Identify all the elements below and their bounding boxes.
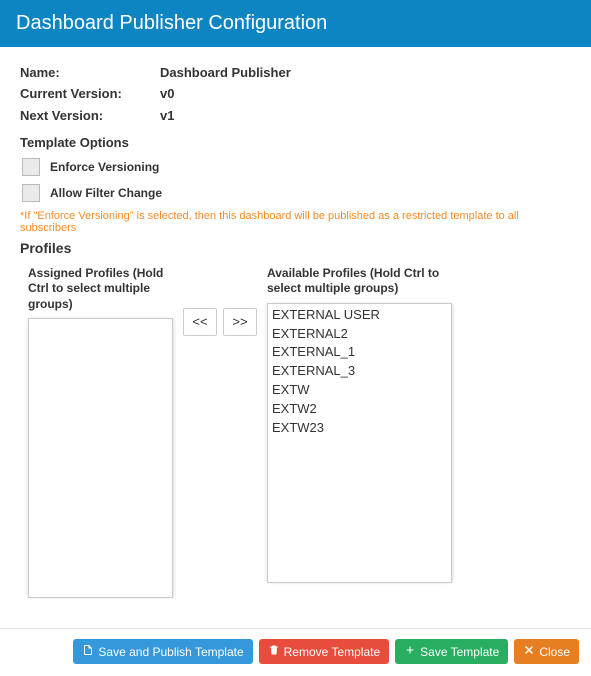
- enforce-versioning-checkbox[interactable]: [22, 158, 40, 176]
- dialog-body: Name: Dashboard Publisher Current Versio…: [0, 47, 591, 608]
- mover-buttons: << >>: [183, 308, 257, 336]
- list-item[interactable]: EXTW23: [272, 419, 447, 438]
- enforce-versioning-row: Enforce Versioning: [20, 158, 571, 176]
- allow-filter-change-row: Allow Filter Change: [20, 184, 571, 202]
- allow-filter-change-label: Allow Filter Change: [50, 186, 162, 200]
- list-item[interactable]: EXTW2: [272, 400, 447, 419]
- available-profiles-label: Available Profiles (Hold Ctrl to select …: [267, 266, 452, 297]
- enforce-versioning-label: Enforce Versioning: [50, 160, 159, 174]
- remove-template-button[interactable]: Remove Template: [259, 639, 390, 664]
- trash-icon: [268, 644, 280, 659]
- remove-template-label: Remove Template: [284, 645, 381, 659]
- save-template-label: Save Template: [420, 645, 499, 659]
- close-icon: [523, 644, 535, 659]
- assigned-profiles-label: Assigned Profiles (Hold Ctrl to select m…: [28, 266, 173, 313]
- field-next-version-row: Next Version: v1: [20, 108, 571, 123]
- dialog-footer: Save and Publish Template Remove Templat…: [0, 628, 591, 676]
- profiles-title: Profiles: [20, 240, 571, 256]
- assigned-profiles-column: Assigned Profiles (Hold Ctrl to select m…: [28, 266, 173, 599]
- list-item[interactable]: EXTW: [272, 381, 447, 400]
- move-left-button[interactable]: <<: [183, 308, 217, 336]
- next-version-value: v1: [160, 108, 174, 123]
- save-template-button[interactable]: Save Template: [395, 639, 508, 664]
- current-version-value: v0: [160, 86, 174, 102]
- list-item[interactable]: EXTERNAL USER: [272, 306, 447, 325]
- name-label: Name:: [20, 65, 160, 80]
- available-profiles-column: Available Profiles (Hold Ctrl to select …: [267, 266, 452, 583]
- field-current-version-row: Current Version: v0: [20, 86, 571, 102]
- current-version-label: Current Version:: [20, 86, 160, 102]
- next-version-label: Next Version:: [20, 108, 160, 123]
- list-item[interactable]: EXTERNAL_1: [272, 343, 447, 362]
- allow-filter-change-checkbox[interactable]: [22, 184, 40, 202]
- enforce-versioning-hint: *If "Enforce Versioning" is selected, th…: [20, 210, 571, 234]
- save-publish-button[interactable]: Save and Publish Template: [73, 639, 252, 664]
- template-options-title: Template Options: [20, 135, 571, 150]
- field-name-row: Name: Dashboard Publisher: [20, 65, 571, 80]
- plus-icon: [404, 644, 416, 659]
- list-item[interactable]: EXTERNAL2: [272, 325, 447, 344]
- profiles-grid: Assigned Profiles (Hold Ctrl to select m…: [20, 266, 571, 599]
- available-profiles-listbox[interactable]: EXTERNAL USEREXTERNAL2EXTERNAL_1EXTERNAL…: [267, 303, 452, 583]
- name-value: Dashboard Publisher: [160, 65, 291, 80]
- dialog-header: Dashboard Publisher Configuration: [0, 0, 591, 47]
- save-publish-label: Save and Publish Template: [98, 645, 243, 659]
- dialog-title: Dashboard Publisher Configuration: [16, 12, 327, 34]
- close-button[interactable]: Close: [514, 639, 579, 664]
- move-right-button[interactable]: >>: [223, 308, 257, 336]
- document-icon: [82, 644, 94, 659]
- assigned-profiles-listbox[interactable]: [28, 318, 173, 598]
- list-item[interactable]: EXTERNAL_3: [272, 362, 447, 381]
- close-label: Close: [539, 645, 570, 659]
